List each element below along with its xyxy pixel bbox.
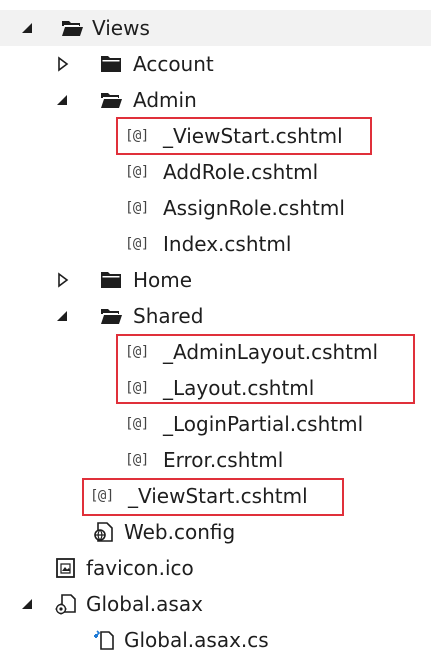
open-folder-icon (101, 93, 122, 108)
tree-node-global-asax[interactable]: Global.asax (0, 586, 431, 622)
folder-icon (101, 56, 121, 72)
razor-file-icon: [@] (125, 128, 149, 144)
razor-file-icon: [@] (125, 200, 149, 216)
tree-node-admin-viewstart[interactable]: [@] _ViewStart.cshtml (0, 118, 431, 154)
tree-node-label: Shared (133, 304, 204, 328)
expanded-triangle-icon[interactable] (20, 20, 36, 36)
tree-node-label: AddRole.cshtml (163, 160, 319, 184)
folder-icon (101, 272, 121, 288)
tree-node-label: Error.cshtml (163, 448, 284, 472)
razor-file-icon: [@] (90, 488, 114, 504)
tree-node-label: Home (133, 268, 193, 292)
tree-node-layout[interactable]: [@] _Layout.cshtml (0, 370, 431, 406)
tree-node-adminlayout[interactable]: [@] _AdminLayout.cshtml (0, 334, 431, 370)
tree-node-loginpartial[interactable]: [@] _LoginPartial.cshtml (0, 406, 431, 442)
tree-node-addrole[interactable]: [@] AddRole.cshtml (0, 154, 431, 190)
tree-node-global-asax-cs[interactable]: Global.asax.cs (0, 622, 431, 655)
tree-node-assignrole[interactable]: [@] AssignRole.cshtml (0, 190, 431, 226)
tree-node-label: Index.cshtml (163, 232, 292, 256)
tree-node-label: _AdminLayout.cshtml (163, 340, 379, 364)
tree-node-web-config[interactable]: Web.config (0, 514, 431, 550)
expanded-triangle-icon[interactable] (55, 92, 71, 108)
razor-file-icon: [@] (125, 236, 149, 252)
tree-node-label: favicon.ico (86, 556, 194, 580)
razor-file-icon: [@] (125, 164, 149, 180)
expanded-triangle-icon[interactable] (20, 596, 36, 612)
global-asax-icon (55, 594, 76, 615)
tree-node-shared[interactable]: Shared (0, 298, 431, 334)
tree-node-views-viewstart[interactable]: [@] _ViewStart.cshtml (0, 478, 431, 514)
tree-node-label: _ViewStart.cshtml (163, 124, 343, 148)
tree-node-error[interactable]: [@] Error.cshtml (0, 442, 431, 478)
tree-node-favicon[interactable]: favicon.ico (0, 550, 431, 586)
solution-explorer-tree: Views Account Admin [@] _ViewStart.cshtm… (0, 0, 431, 655)
tree-node-label: Web.config (124, 520, 236, 544)
expanded-triangle-icon[interactable] (55, 308, 71, 324)
tree-node-label: Views (92, 16, 150, 40)
open-folder-icon (101, 309, 122, 324)
razor-file-icon: [@] (125, 452, 149, 468)
razor-file-icon: [@] (125, 380, 149, 396)
tree-node-label: Global.asax.cs (124, 628, 269, 652)
image-file-icon (56, 558, 75, 578)
collapsed-triangle-icon[interactable] (55, 56, 71, 72)
tree-node-label: Global.asax (86, 592, 203, 616)
tree-node-label: Admin (133, 88, 197, 112)
tree-node-index[interactable]: [@] Index.cshtml (0, 226, 431, 262)
tree-node-label: AssignRole.cshtml (163, 196, 345, 220)
tree-node-views[interactable]: Views (0, 10, 431, 46)
tree-node-admin[interactable]: Admin (0, 82, 431, 118)
collapsed-triangle-icon[interactable] (55, 272, 71, 288)
csharp-file-icon (94, 630, 114, 650)
tree-node-home[interactable]: Home (0, 262, 431, 298)
tree-node-account[interactable]: Account (0, 46, 431, 82)
open-folder-icon (62, 21, 83, 36)
tree-node-label: Account (133, 52, 214, 76)
tree-node-label: _Layout.cshtml (163, 376, 315, 400)
config-file-icon (94, 522, 113, 542)
tree-node-label: _ViewStart.cshtml (128, 484, 308, 508)
razor-file-icon: [@] (125, 416, 149, 432)
tree-node-label: _LoginPartial.cshtml (163, 412, 364, 436)
razor-file-icon: [@] (125, 344, 149, 360)
